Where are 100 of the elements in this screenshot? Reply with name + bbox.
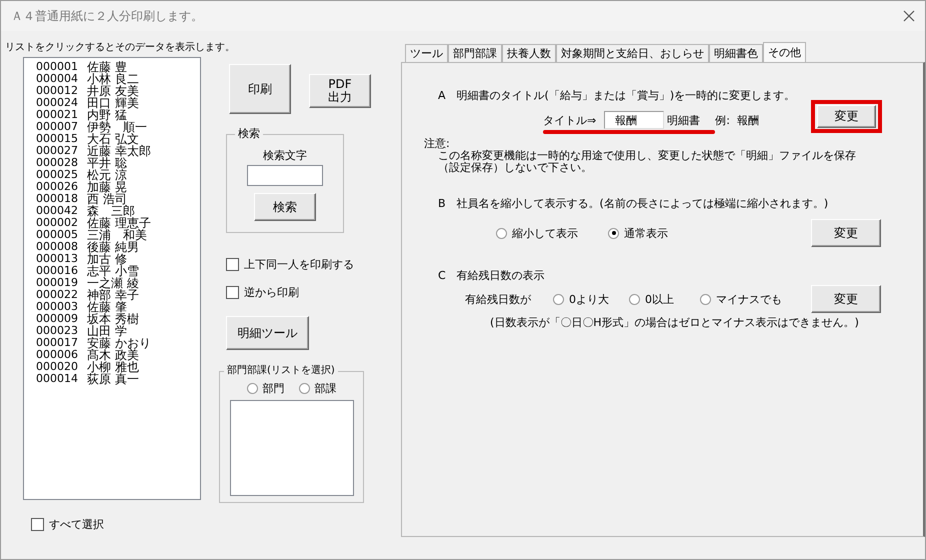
employee-name[interactable]: 田口 輝美	[87, 97, 139, 109]
employee-name[interactable]: 佐藤 理恵子	[87, 217, 151, 229]
employee-code[interactable]: 000009	[24, 313, 87, 325]
checkbox[interactable]	[226, 258, 239, 270]
employee-code[interactable]: 000024	[24, 97, 87, 109]
checkbox-label: 逆から印刷	[244, 284, 299, 300]
employee-name[interactable]: 大石 弘文	[87, 133, 139, 145]
employee-code[interactable]: 000017	[24, 337, 87, 349]
tool-button[interactable]: 明細ツール	[226, 316, 309, 350]
search-field[interactable]	[247, 165, 323, 186]
employee-code[interactable]: 000025	[24, 169, 87, 181]
change-button[interactable]: 変更	[817, 105, 876, 128]
employee-code[interactable]: 000015	[24, 133, 87, 145]
tab[interactable]: その他	[763, 42, 806, 62]
employee-code[interactable]: 000020	[24, 361, 87, 373]
department-list[interactable]	[230, 400, 354, 496]
employee-name[interactable]: 神部 幸子	[87, 289, 139, 301]
employee-code[interactable]: 000018	[24, 193, 87, 205]
note-text: （設定保存）しないで下さい。	[438, 162, 593, 174]
employee-code[interactable]: 000014	[24, 373, 87, 385]
radio-button[interactable]	[496, 228, 507, 238]
employee-code[interactable]: 000012	[24, 85, 87, 97]
checkbox-label: すべて選択	[49, 516, 104, 532]
checkbox[interactable]	[31, 518, 44, 530]
checkbox[interactable]	[226, 286, 239, 298]
print-button[interactable]: 印刷	[229, 64, 291, 114]
title-field[interactable]: 報酬	[604, 111, 664, 129]
employee-name[interactable]: 近藤 幸太郎	[87, 145, 151, 157]
radio-button[interactable]	[553, 294, 564, 304]
employee-name[interactable]: 伊勢 順一	[87, 121, 147, 133]
radio-button[interactable]	[629, 294, 640, 304]
tab[interactable]: 明細書色	[709, 44, 763, 62]
employee-code[interactable]: 000013	[24, 253, 87, 265]
employee-code[interactable]: 000001	[24, 61, 87, 73]
pdf-button[interactable]: PDF 出力	[309, 74, 371, 108]
employee-name[interactable]: 山田 学	[87, 325, 127, 337]
employee-code[interactable]: 000022	[24, 289, 87, 301]
employee-name[interactable]: 加藤 晃	[87, 181, 127, 193]
employee-code[interactable]: 000023	[24, 325, 87, 337]
employee-code[interactable]: 000006	[24, 349, 87, 361]
employee-code[interactable]: 000007	[24, 121, 87, 133]
employee-code[interactable]: 000042	[24, 205, 87, 217]
group-label: 検索	[235, 127, 263, 141]
radio-label: 0以上	[645, 292, 674, 306]
instruction-text: リストをクリックするとそのデータを表示します。	[5, 41, 235, 55]
employee-name[interactable]: 内野 猛	[87, 109, 127, 121]
employee-name[interactable]: 西 浩司	[87, 193, 127, 205]
radio-label: 通常表示	[624, 226, 668, 240]
employee-name[interactable]: 髙木 政美	[87, 349, 139, 361]
employee-code[interactable]: 000021	[24, 109, 87, 121]
change-button[interactable]: 変更	[811, 285, 881, 313]
employee-code[interactable]: 000004	[24, 73, 87, 85]
example-text: 例: 報酬	[715, 112, 759, 128]
employee-name[interactable]: 坂本 秀樹	[87, 313, 139, 325]
employee-code[interactable]: 000005	[24, 229, 87, 241]
note-label: 注意:	[424, 138, 451, 150]
employee-code[interactable]: 000019	[24, 277, 87, 289]
employee-name[interactable]: 志平 小雪	[87, 265, 139, 277]
employee-name[interactable]: 小柳 雅也	[87, 361, 139, 373]
employee-list[interactable]	[23, 57, 201, 500]
tab[interactable]: ツール	[405, 44, 448, 62]
employee-name[interactable]: 森 三郎	[87, 205, 135, 217]
tab[interactable]: 部門部課	[448, 44, 502, 62]
employee-name[interactable]: 荻原 真一	[87, 373, 139, 385]
employee-name[interactable]: 佐藤 豊	[87, 61, 127, 73]
employee-name[interactable]: 後藤 純男	[87, 241, 139, 253]
tab[interactable]: 扶養人数	[502, 44, 556, 62]
radio-label: 部課	[314, 381, 336, 396]
radio-button[interactable]	[298, 383, 310, 394]
radio-label: 0より大	[569, 292, 609, 306]
radio-button[interactable]	[246, 383, 258, 394]
employee-name[interactable]: 井原 友美	[87, 85, 139, 97]
employee-name[interactable]: 小林 良二	[87, 73, 139, 85]
employee-name[interactable]: 加古 修	[87, 253, 127, 265]
close-icon[interactable]	[903, 10, 915, 22]
employee-name[interactable]: 佐藤 肇	[87, 301, 127, 313]
change-button[interactable]: 変更	[811, 219, 881, 247]
note-text: (日数表示が「〇日〇H形式」の場合はゼロとマイナス表示はできません。)	[490, 316, 860, 330]
field-suffix: 明細書	[667, 112, 700, 128]
employee-code[interactable]: 000027	[24, 145, 87, 157]
employee-code[interactable]: 000028	[24, 157, 87, 169]
employee-name[interactable]: 三浦 和美	[87, 229, 147, 241]
employee-code[interactable]: 000016	[24, 265, 87, 277]
employee-code[interactable]: 000026	[24, 181, 87, 193]
employee-name[interactable]: 平井 聡	[87, 157, 127, 169]
employee-code[interactable]: 000002	[24, 217, 87, 229]
employee-name[interactable]: 安藤 かおり	[87, 337, 151, 349]
field-label: タイトル⇒	[543, 112, 596, 128]
employee-name[interactable]: 松元 涼	[87, 169, 127, 181]
radio-button[interactable]	[700, 294, 711, 304]
employee-name[interactable]: 一之瀬 綾	[87, 277, 139, 289]
section-heading: C 有給残日数の表示	[438, 269, 546, 283]
section-heading: A 明細書のタイトル(「給与」または「賞与」)を一時的に変更します。	[438, 89, 796, 103]
employee-code[interactable]: 000003	[24, 301, 87, 313]
checkbox-label: 上下同一人を印刷する	[244, 256, 354, 272]
radio-button[interactable]	[608, 228, 619, 238]
search-button[interactable]: 検索	[254, 193, 316, 221]
field-label: 検索文字	[263, 149, 307, 163]
tab[interactable]: 対象期間と支給日、おしらせ	[556, 44, 709, 62]
employee-code[interactable]: 000008	[24, 241, 87, 253]
